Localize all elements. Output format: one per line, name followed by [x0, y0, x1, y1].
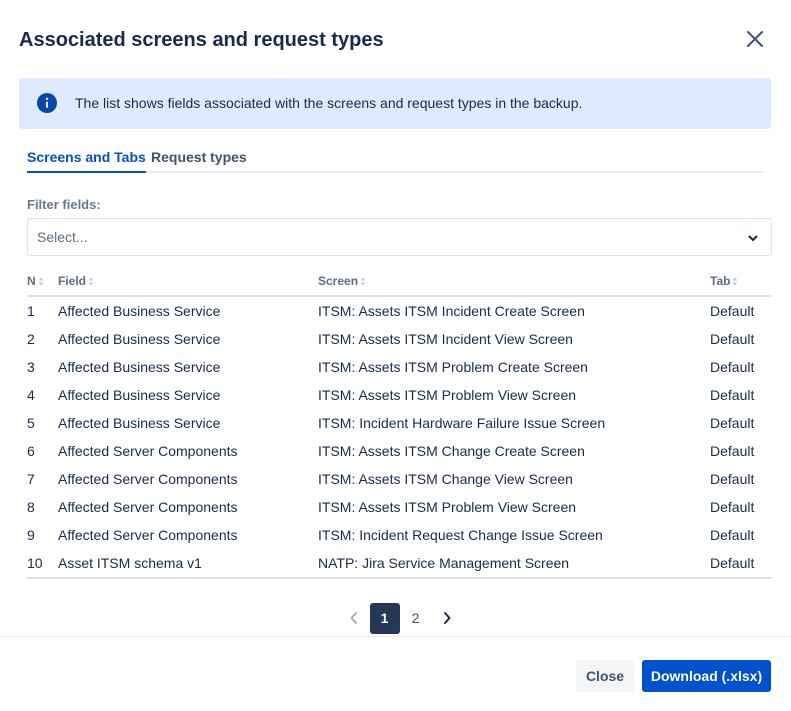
- table-row: 1 Affected Business Service ITSM: Assets…: [27, 296, 772, 325]
- cell-tab: Default: [710, 359, 755, 375]
- table-row: 8 Affected Server Components ITSM: Asset…: [27, 493, 772, 521]
- cell-field: Affected Business Service: [58, 331, 221, 347]
- cell-n: 3: [27, 359, 35, 375]
- cell-screen: ITSM: Assets ITSM Change Create Screen: [318, 443, 585, 459]
- cell-field: Affected Server Components: [58, 471, 238, 487]
- sort-icon: [38, 275, 44, 289]
- column-header-tab[interactable]: Tab: [710, 268, 772, 297]
- tab-list: Screens and Tabs Request types: [27, 146, 763, 173]
- cell-screen: ITSM: Assets ITSM Problem View Screen: [318, 499, 577, 515]
- cell-n: 4: [27, 387, 35, 403]
- page-button-2[interactable]: 2: [401, 603, 431, 634]
- table-row: 9 Affected Server Components ITSM: Incid…: [27, 521, 772, 549]
- table-row: 4 Affected Business Service ITSM: Assets…: [27, 381, 772, 409]
- sort-icon: [732, 275, 738, 289]
- cell-screen: ITSM: Assets ITSM Problem View Screen: [318, 387, 577, 403]
- cell-screen: ITSM: Incident Request Change Issue Scre…: [318, 527, 603, 543]
- next-page-icon[interactable]: [431, 603, 462, 634]
- cell-field: Affected Business Service: [58, 359, 221, 375]
- cell-tab: Default: [710, 387, 755, 403]
- cell-screen: ITSM: Incident Hardware Failure Issue Sc…: [318, 415, 606, 431]
- cell-field: Affected Server Components: [58, 527, 238, 543]
- tab-screens-and-tabs[interactable]: Screens and Tabs: [27, 146, 146, 173]
- cell-screen: ITSM: Assets ITSM Problem Create Screen: [318, 359, 588, 375]
- associated-screens-dialog: Associated screens and request types The…: [0, 0, 791, 711]
- cell-screen: NATP: Jira Service Management Screen: [318, 549, 710, 579]
- column-header-n[interactable]: N: [27, 268, 58, 297]
- dialog-header: Associated screens and request types: [19, 26, 772, 54]
- table-row: 10 Asset ITSM schema v1 NATP: Jira Servi…: [27, 549, 772, 579]
- table-row: 3 Affected Business Service ITSM: Assets…: [27, 353, 772, 381]
- cell-n: 8: [27, 499, 35, 515]
- download-xlsx-button[interactable]: Download (.xlsx): [642, 660, 771, 692]
- cell-n: 7: [27, 471, 35, 487]
- cell-n: 1: [27, 303, 35, 319]
- sort-icon: [88, 275, 94, 289]
- cell-tab: Default: [710, 443, 755, 459]
- chevron-down-icon: [747, 231, 759, 243]
- cell-n: 9: [27, 527, 35, 543]
- cell-field: Affected Business Service: [58, 387, 221, 403]
- cell-tab: Default: [710, 303, 755, 319]
- cell-screen: ITSM: Assets ITSM Change View Screen: [318, 471, 573, 487]
- close-icon[interactable]: [744, 28, 766, 50]
- page-button-1[interactable]: 1: [369, 602, 400, 634]
- info-banner: The list shows fields associated with th…: [19, 78, 771, 129]
- fields-table: N Field Screen Tab 1 Affected Business S…: [27, 268, 772, 579]
- tab-request-types[interactable]: Request types: [151, 146, 247, 171]
- cell-field: Affected Business Service: [58, 415, 221, 431]
- cell-field: Affected Server Components: [58, 499, 238, 515]
- info-icon: [37, 93, 57, 113]
- cell-tab: Default: [710, 471, 755, 487]
- cell-field: Affected Business Service: [58, 303, 221, 319]
- cell-field: Affected Server Components: [58, 443, 238, 459]
- column-header-screen[interactable]: Screen: [318, 268, 710, 297]
- filter-fields-label: Filter fields:: [27, 197, 101, 212]
- sort-icon: [360, 275, 366, 289]
- column-header-field[interactable]: Field: [58, 268, 318, 297]
- cell-tab: Default: [710, 527, 755, 543]
- previous-page-icon[interactable]: [338, 603, 369, 634]
- cell-n: 5: [27, 415, 35, 431]
- cell-screen: ITSM: Assets ITSM Incident Create Screen: [318, 303, 585, 319]
- pagination: 1 2: [338, 602, 462, 634]
- table-row: 2 Affected Business Service ITSM: Assets…: [27, 325, 772, 353]
- cell-tab: Default: [710, 415, 755, 431]
- table-header-row: N Field Screen Tab: [27, 268, 772, 297]
- table-row: 5 Affected Business Service ITSM: Incide…: [27, 409, 772, 437]
- cell-tab: Default: [710, 549, 772, 579]
- cell-tab: Default: [710, 331, 755, 347]
- info-banner-text: The list shows fields associated with th…: [75, 95, 583, 111]
- filter-fields-select[interactable]: Select...: [27, 218, 772, 256]
- cell-n: 6: [27, 443, 35, 459]
- cell-n: 2: [27, 331, 35, 347]
- cell-n: 10: [27, 549, 58, 579]
- cell-tab: Default: [710, 499, 755, 515]
- filter-fields-placeholder: Select...: [37, 229, 88, 245]
- footer-divider: [0, 636, 791, 637]
- cell-screen: ITSM: Assets ITSM Incident View Screen: [318, 331, 573, 347]
- cell-field: Asset ITSM schema v1: [58, 549, 318, 579]
- dialog-title: Associated screens and request types: [19, 29, 384, 51]
- table-row: 7 Affected Server Components ITSM: Asset…: [27, 465, 772, 493]
- table-row: 6 Affected Server Components ITSM: Asset…: [27, 437, 772, 465]
- close-button[interactable]: Close: [576, 660, 634, 692]
